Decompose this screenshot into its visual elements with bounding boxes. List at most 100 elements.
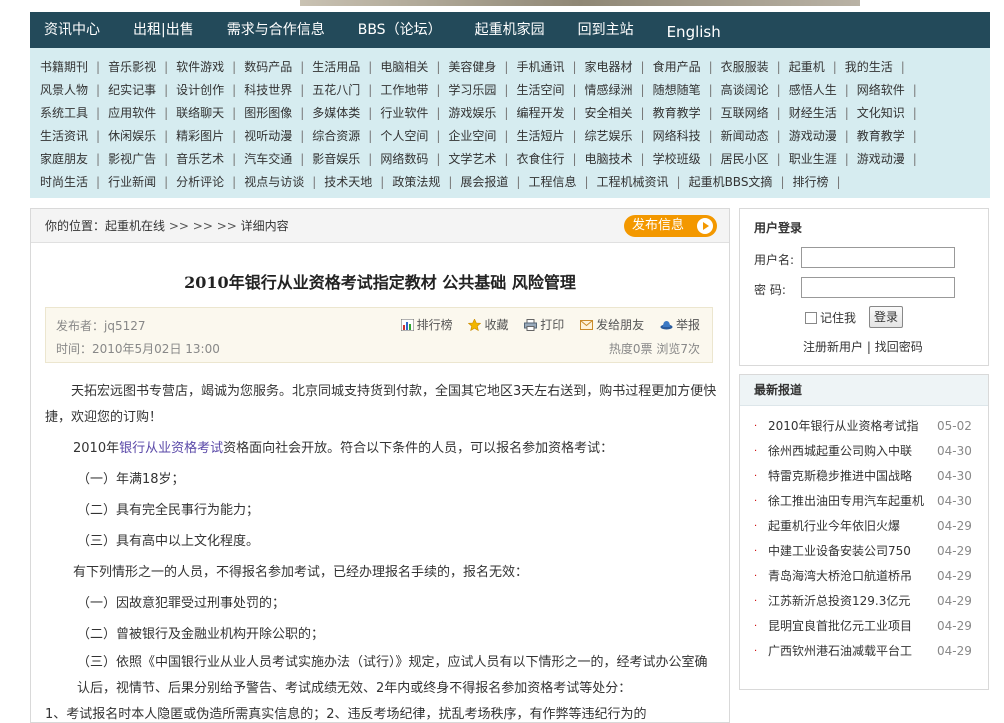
category-link[interactable]: 互联网络 [721,106,769,120]
category-link[interactable]: 企业空间 [448,129,496,143]
category-link[interactable]: 衣食住行 [516,152,564,166]
breadcrumb-prefix[interactable]: 你的位置：起重机在线 [45,219,165,233]
rank-action[interactable]: 排行榜 [400,318,453,332]
category-link[interactable]: 居民小区 [721,152,769,166]
category-link[interactable]: 教育教学 [653,106,701,120]
nav-crane-home[interactable]: 起重机家园 [475,12,545,48]
category-link[interactable]: 图形图像 [244,106,292,120]
category-link[interactable]: 起重机BBS文摘 [689,175,773,189]
category-link[interactable]: 电脑相关 [380,60,428,74]
category-link[interactable]: 数码产品 [244,60,292,74]
category-link[interactable]: 工作地带 [380,83,428,97]
nav-demand-cooperation[interactable]: 需求与合作信息 [227,12,325,48]
category-link[interactable]: 视听动漫 [244,129,292,143]
category-link[interactable]: 我的生活 [845,60,893,74]
report-action[interactable]: 举报 [660,318,700,332]
news-item[interactable]: · 2010年银行从业资格考试指 05-02 [740,414,988,439]
category-link[interactable]: 多媒体类 [312,106,360,120]
category-link[interactable]: 风景人物 [40,83,88,97]
category-link[interactable]: 文学艺术 [448,152,496,166]
category-link[interactable]: 编程开发 [516,106,564,120]
news-item[interactable]: · 江苏新沂总投资129.3亿元 04-29 [740,589,988,614]
category-link[interactable]: 设计创作 [176,83,224,97]
nav-english[interactable]: English [667,14,721,50]
category-link[interactable]: 游戏动漫 [789,129,837,143]
category-link[interactable]: 学习乐园 [448,83,496,97]
category-link[interactable]: 游戏娱乐 [448,106,496,120]
news-item[interactable]: · 徐工推出油田专用汽车起重机 04-30 [740,489,988,514]
category-link[interactable]: 行业软件 [380,106,428,120]
news-item[interactable]: · 特雷克斯稳步推进中国战略 04-30 [740,464,988,489]
category-link[interactable]: 政策法规 [392,175,440,189]
category-link[interactable]: 学校班级 [653,152,701,166]
category-link[interactable]: 网络数码 [380,152,428,166]
category-link[interactable]: 生活用品 [312,60,360,74]
category-link[interactable]: 生活短片 [516,129,564,143]
send-friend-action[interactable]: 发给朋友 [580,318,644,332]
category-link[interactable]: 家电器材 [585,60,633,74]
category-link[interactable]: 分析评论 [176,175,224,189]
category-link[interactable]: 安全相关 [585,106,633,120]
category-link[interactable]: 职业生涯 [789,152,837,166]
register-link[interactable]: 注册新用户 [803,340,863,354]
category-link[interactable]: 时尚生活 [40,175,88,189]
category-link[interactable]: 汽车交通 [244,152,292,166]
category-link[interactable]: 电脑技术 [585,152,633,166]
category-link[interactable]: 游戏动漫 [857,152,905,166]
category-link[interactable]: 生活空间 [516,83,564,97]
category-link[interactable]: 影音娱乐 [312,152,360,166]
category-link[interactable]: 网络软件 [857,83,905,97]
category-link[interactable]: 五花八门 [312,83,360,97]
category-link[interactable]: 综艺娱乐 [585,129,633,143]
category-link[interactable]: 起重机 [789,60,825,74]
news-item[interactable]: · 徐州西城起重公司购入中联 04-30 [740,439,988,464]
category-link[interactable]: 个人空间 [380,129,428,143]
category-link[interactable]: 音乐艺术 [176,152,224,166]
news-item[interactable]: · 青岛海湾大桥沧口航道桥吊 04-29 [740,564,988,589]
category-link[interactable]: 纪实记事 [108,83,156,97]
category-link[interactable]: 行业新闻 [108,175,156,189]
category-link[interactable]: 音乐影视 [108,60,156,74]
category-link[interactable]: 科技世界 [244,83,292,97]
category-link[interactable]: 应用软件 [108,106,156,120]
forgot-password-link[interactable]: 找回密码 [875,340,923,354]
nav-main-site[interactable]: 回到主站 [578,12,634,48]
category-link[interactable]: 文化知识 [857,106,905,120]
category-link[interactable]: 随想随笔 [653,83,701,97]
login-button[interactable]: 登录 [869,306,903,328]
category-link[interactable]: 综合资源 [312,129,360,143]
category-link[interactable]: 影视广告 [108,152,156,166]
news-item[interactable]: · 起重机行业今年依旧火爆 04-29 [740,514,988,539]
nav-rent-sell[interactable]: 出租|出售 [133,12,194,48]
category-link[interactable]: 精彩图片 [176,129,224,143]
category-link[interactable]: 技术天地 [324,175,372,189]
category-link[interactable]: 联络聊天 [176,106,224,120]
category-link[interactable]: 软件游戏 [176,60,224,74]
nav-bbs[interactable]: BBS（论坛） [358,12,442,48]
category-link[interactable]: 手机通讯 [516,60,564,74]
category-link[interactable]: 教育教学 [857,129,905,143]
category-link[interactable]: 感悟人生 [789,83,837,97]
category-link[interactable]: 衣服服装 [721,60,769,74]
nav-news-center[interactable]: 资讯中心 [44,12,100,48]
category-link[interactable]: 生活资讯 [40,129,88,143]
news-item[interactable]: · 昆明宜良首批亿元工业项目 04-29 [740,614,988,639]
news-item[interactable]: · 中建工业设备安装公司750 04-29 [740,539,988,564]
post-info-button[interactable]: 发布信息 [624,215,717,237]
category-link[interactable]: 情感绿洲 [585,83,633,97]
exam-link[interactable]: 银行从业资格考试 [119,441,223,456]
category-link[interactable]: 工程机械资讯 [597,175,669,189]
category-link[interactable]: 财经生活 [789,106,837,120]
favorite-action[interactable]: 收藏 [468,318,508,332]
category-link[interactable]: 高谈阔论 [721,83,769,97]
news-item[interactable]: · 广西钦州港石油减载平台工 04-29 [740,639,988,664]
category-link[interactable]: 新闻动态 [721,129,769,143]
category-link[interactable]: 视点与访谈 [244,175,304,189]
category-link[interactable]: 家庭朋友 [40,152,88,166]
category-link[interactable]: 展会报道 [460,175,508,189]
category-link[interactable]: 食用产品 [653,60,701,74]
category-link[interactable]: 美容健身 [448,60,496,74]
category-link[interactable]: 书籍期刊 [40,60,88,74]
username-input[interactable] [801,247,955,268]
category-link[interactable]: 排行榜 [792,175,828,189]
